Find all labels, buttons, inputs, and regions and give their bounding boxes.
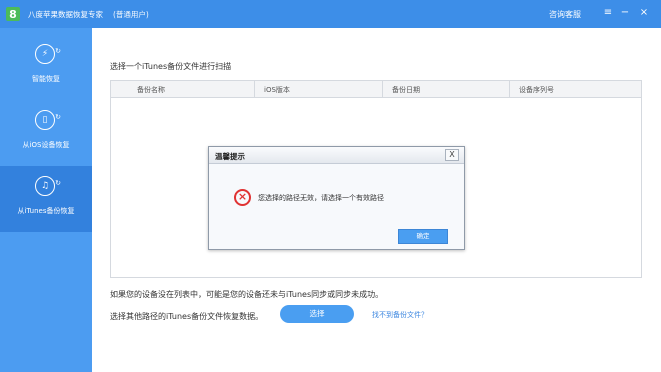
column-header-device-serial[interactable]: 设备序列号	[519, 85, 554, 95]
hint-other-path: 选择其他路径的iTunes备份文件恢复数据。	[110, 312, 264, 321]
app-title: 八度苹果数据恢复专家	[28, 9, 103, 19]
sidebar: ⚡ ↻ 智能恢复 ▯ ↻ 从iOS设备恢复 ♫ ↻ 从iTunes备份恢复	[0, 28, 92, 372]
choose-button[interactable]: 选择	[280, 305, 354, 323]
sidebar-item-label: 从iTunes备份恢复	[17, 207, 75, 215]
section-title: 选择一个iTunes备份文件进行扫描	[110, 62, 232, 71]
cannot-find-backup-link[interactable]: 找不到备份文件？	[372, 310, 428, 320]
dialog-header: 温馨提示 X	[209, 147, 464, 164]
smart-recover-icon: ⚡ ↻	[35, 44, 61, 64]
menu-icon[interactable]: ≡	[601, 5, 615, 21]
dialog-message: 您选择的路径无效，请选择一个有效路径	[258, 194, 384, 202]
column-header-ios-version[interactable]: iOS版本	[264, 85, 290, 95]
app-logo: 8	[6, 7, 20, 21]
user-type-label: (普通用户)	[113, 9, 149, 19]
sidebar-item-label: 从iOS设备恢复	[22, 141, 70, 149]
error-icon: ×	[234, 189, 251, 206]
ios-device-icon: ▯ ↻	[35, 110, 61, 130]
title-bar: 8 八度苹果数据恢复专家 (普通用户) 咨询客服 ≡ − ×	[0, 0, 661, 28]
minimize-icon[interactable]: −	[618, 5, 632, 21]
column-header-backup-date[interactable]: 备份日期	[392, 85, 420, 95]
consult-service-button[interactable]: 咨询客服	[549, 9, 581, 20]
itunes-backup-icon: ♫ ↻	[35, 176, 61, 196]
dialog-close-button[interactable]: X	[445, 149, 459, 161]
table-header: 备份名称 iOS版本 备份日期 设备序列号	[111, 81, 641, 98]
dialog-ok-button[interactable]: 确定	[398, 229, 448, 244]
column-header-backup-name[interactable]: 备份名称	[137, 85, 165, 95]
sidebar-item-smart-recover[interactable]: ⚡ ↻ 智能恢复	[0, 34, 92, 100]
hint-not-in-list: 如果您的设备没在列表中，可能是您的设备还未与iTunes同步或同步未成功。	[110, 290, 384, 299]
warning-dialog: 温馨提示 X × 您选择的路径无效，请选择一个有效路径 确定	[208, 146, 465, 250]
close-icon[interactable]: ×	[637, 5, 651, 21]
dialog-title: 温馨提示	[215, 152, 245, 161]
sidebar-item-itunes-backup[interactable]: ♫ ↻ 从iTunes备份恢复	[0, 166, 92, 232]
sidebar-item-label: 智能恢复	[32, 75, 60, 83]
sidebar-item-ios-device[interactable]: ▯ ↻ 从iOS设备恢复	[0, 100, 92, 166]
